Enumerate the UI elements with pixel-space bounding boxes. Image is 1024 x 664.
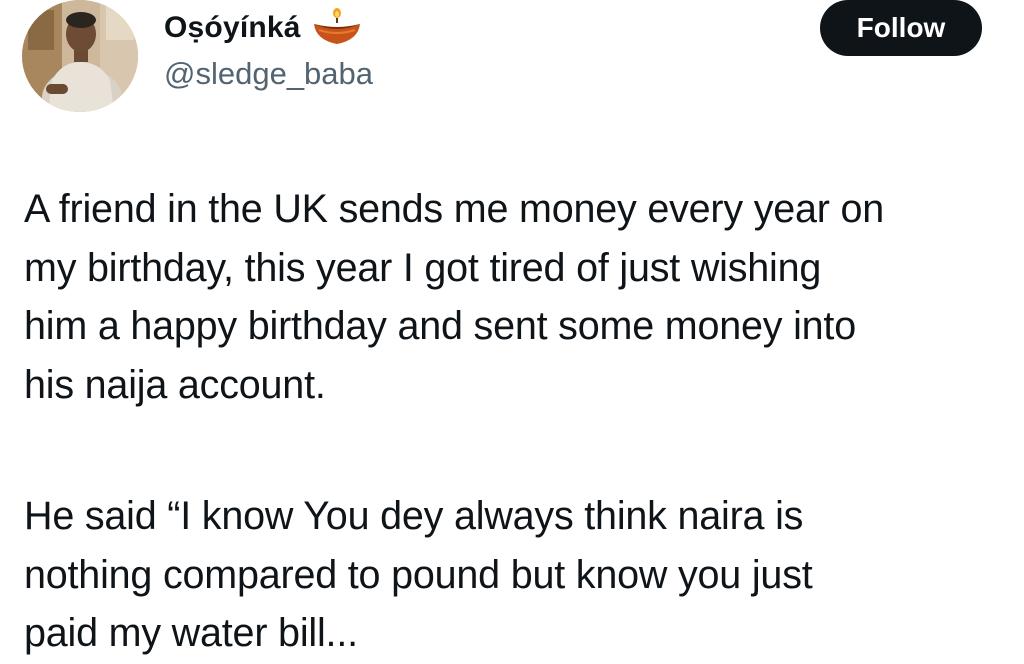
tweet-card: Oṣóyínká @sledge_baba Follow A friend in…	[0, 0, 1024, 664]
avatar[interactable]	[22, 0, 138, 112]
display-name-row: Oṣóyínká	[164, 6, 363, 50]
tweet-text-paragraph-2: He said “I know You dey always think nai…	[24, 494, 813, 655]
oil-lamp-icon	[313, 8, 360, 44]
author-handle[interactable]: @sledge_baba	[164, 56, 373, 92]
follow-button[interactable]: Follow	[820, 0, 982, 56]
avatar-photo	[22, 0, 138, 112]
display-name[interactable]: Oṣóyínká	[164, 11, 301, 45]
tweet-text-paragraph-1: A friend in the UK sends me money every …	[24, 187, 885, 407]
